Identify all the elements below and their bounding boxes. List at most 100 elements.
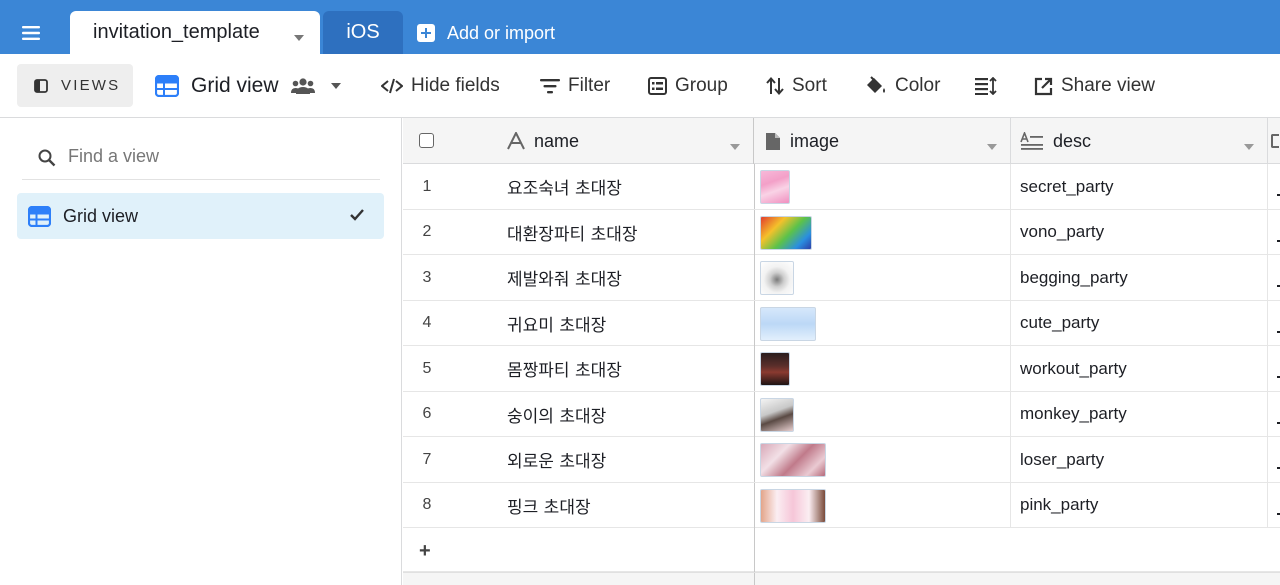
table-row[interactable]: 6 숭이의 초대장 monkey_party [403,391,1280,437]
sort-label: Sort [792,75,827,96]
name-cell[interactable]: 요조숙녀 초대장 [507,164,622,209]
group-button[interactable]: Group [648,72,728,100]
find-view-input[interactable] [68,146,348,167]
tab-invitation-template[interactable]: invitation_template [70,11,320,54]
image-cell[interactable] [754,255,1011,300]
sidebar-item-grid-view[interactable]: Grid view [17,193,384,239]
attachment-thumbnail[interactable] [760,352,790,386]
column-divider [754,528,755,572]
sort-icon [766,77,784,95]
sidebar-panel-icon [34,78,48,93]
table-row[interactable]: 4 귀요미 초대장 cute_party [403,300,1280,346]
file-icon [766,132,780,150]
image-cell[interactable] [754,391,1011,437]
row-number: 7 [422,450,432,468]
attachment-thumbnail[interactable] [760,488,826,523]
desc-cell[interactable]: workout_party [1011,346,1268,391]
table-row[interactable]: 1 요조숙녀 초대장 secret_party [403,164,1280,210]
image-cell[interactable] [754,437,1011,482]
views-toggle-button[interactable]: VIEWS [17,64,133,107]
attachment-thumbnail[interactable] [760,170,790,204]
table-row[interactable]: 3 제발와줘 초대장 begging_party [403,255,1280,301]
chevron-down-icon[interactable] [730,138,740,156]
views-sidebar: Grid view [0,118,402,585]
name-cell[interactable]: 숭이의 초대장 [507,392,606,437]
text-A-icon [507,132,525,150]
attachment-thumbnail[interactable] [760,215,812,250]
name-cell[interactable]: 몸짱파티 초대장 [507,346,622,391]
view-toolbar: VIEWS Grid view Hide fields Filter Group… [0,54,1280,118]
add-record-button[interactable]: + [419,540,431,563]
attachment-thumbnail[interactable] [760,443,826,477]
group-icon [648,77,667,95]
chevron-down-icon[interactable] [294,29,304,47]
image-cell[interactable] [754,209,1011,255]
color-button[interactable]: Color [865,72,940,100]
attachment-thumbnail[interactable] [760,306,816,341]
plus-square-icon [417,24,435,42]
desc-cell[interactable]: monkey_party [1011,391,1268,437]
chevron-down-icon[interactable] [330,77,341,95]
table-row[interactable]: 7 외로운 초대장 loser_party [403,437,1280,483]
name-cell[interactable]: 핑크 초대장 [507,483,591,528]
desc-cell[interactable]: cute_party [1011,300,1268,346]
view-switcher[interactable]: Grid view [155,72,341,100]
grid-icon [155,75,179,97]
column-header-next[interactable] [1268,118,1280,164]
sidebar-item-label: Grid view [63,205,139,226]
name-cell[interactable]: 외로운 초대장 [507,437,606,482]
image-cell[interactable] [754,300,1011,346]
filter-button[interactable]: Filter [540,72,610,100]
eye-slash-code-icon [381,78,403,94]
row-height-button[interactable] [975,72,1005,100]
add-or-import-button[interactable]: Add or import [417,20,555,46]
chevron-down-icon[interactable] [1244,138,1254,156]
column-divider [754,573,755,585]
grid-header: name image desc [403,118,1280,164]
paint-bucket-icon [867,76,885,93]
name-cell[interactable]: 귀요미 초대장 [507,301,606,346]
chevron-down-icon[interactable] [987,138,997,156]
view-name: Grid view [191,74,279,97]
desc-cell[interactable]: vono_party [1011,209,1268,255]
select-all-checkbox[interactable] [419,133,434,148]
tab-label: invitation_template [93,21,260,43]
column-header-desc[interactable]: desc [1011,118,1268,164]
row-height-icon [975,77,997,95]
tab-label: iOS [346,21,380,43]
share-view-button[interactable]: Share view [1034,72,1155,100]
desc-cell[interactable]: begging_party [1011,255,1268,300]
name-header-content: name [507,118,579,164]
column-header-image[interactable]: image [754,118,1011,164]
hide-fields-label: Hide fields [411,75,500,96]
image-cell[interactable] [754,482,1011,528]
add-or-import-label: Add or import [447,22,556,43]
menu-icon[interactable] [22,16,60,50]
column-header-name[interactable]: name [403,118,754,164]
views-label: VIEWS [61,77,121,94]
row-number: 4 [422,314,432,331]
image-cell[interactable] [754,346,1011,391]
desc-cell[interactable]: pink_party [1011,482,1268,528]
image-cell[interactable] [754,164,1011,209]
desc-cell[interactable]: secret_party [1011,164,1268,209]
row-number: 1 [422,177,432,195]
attachment-thumbnail[interactable] [760,261,794,295]
table-row[interactable]: 5 몸짱파티 초대장 workout_party [403,346,1280,392]
table-row[interactable]: 2 대환장파티 초대장 vono_party [403,209,1280,255]
hide-fields-button[interactable]: Hide fields [381,72,500,100]
column-header-label: desc [1053,130,1092,151]
filter-label: Filter [568,75,611,96]
sort-button[interactable]: Sort [766,72,827,100]
add-record-row[interactable]: + [403,528,1280,572]
desc-cell[interactable]: loser_party [1011,437,1268,482]
grid-icon [28,205,51,227]
attachment-thumbnail[interactable] [760,397,794,432]
tab-ios[interactable]: iOS [323,11,403,54]
grid-rows: 1 요조숙녀 초대장 secret_party 2 대환장파티 초대장 vono… [403,164,1280,572]
row-number: 2 [422,223,432,240]
table-row[interactable]: 8 핑크 초대장 pink_party [403,482,1280,528]
name-cell[interactable]: 대환장파티 초대장 [507,210,638,255]
name-cell[interactable]: 제발와줘 초대장 [507,255,622,300]
color-label: Color [895,75,941,96]
